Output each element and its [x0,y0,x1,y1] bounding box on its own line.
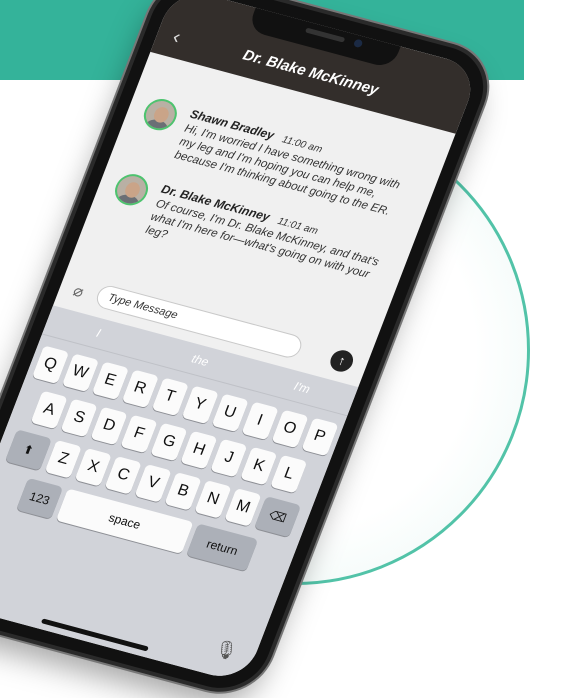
key[interactable]: P [300,417,339,457]
key[interactable]: E [91,361,129,400]
camera-icon [352,38,364,49]
avatar[interactable] [139,95,182,134]
key[interactable]: L [270,454,308,494]
key[interactable]: I [240,401,279,441]
shift-icon: ⬆ [21,442,36,458]
shift-key[interactable]: ⬆ [4,429,52,471]
key[interactable]: O [270,409,309,449]
backspace-icon: ⌫ [266,507,289,526]
key[interactable]: Y [181,385,219,425]
send-button[interactable]: ↑ [327,347,357,375]
key[interactable]: U [211,393,249,433]
arrow-up-icon: ↑ [336,352,348,369]
speaker [304,27,346,43]
avatar[interactable] [110,170,153,209]
return-key[interactable]: return [186,523,259,572]
paperclip-icon[interactable]: ⌀ [70,281,87,302]
key[interactable]: Q [31,345,69,384]
key[interactable]: R [121,369,159,408]
microphone-icon[interactable]: 🎙 [211,638,240,664]
keyboard-bottom: ☺ 🎙 [0,563,260,673]
key[interactable]: T [151,377,189,417]
numbers-key[interactable]: 123 [16,477,64,520]
key[interactable]: W [61,353,99,392]
delete-key[interactable]: ⌫ [254,496,302,538]
